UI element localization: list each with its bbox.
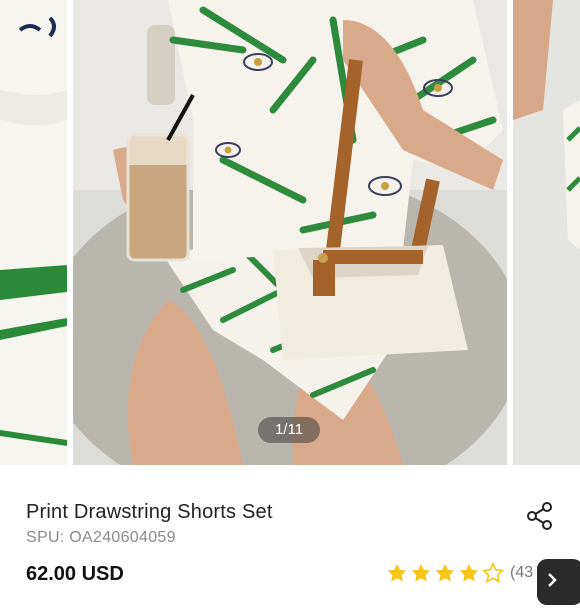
review-count[interactable]: (43	[510, 564, 533, 582]
star-icon	[411, 563, 431, 582]
image-counter-badge: 1/11	[258, 417, 320, 443]
star-icon	[459, 563, 479, 582]
product-price: 62.00 USD	[26, 563, 124, 585]
star-icon	[387, 563, 407, 582]
next-slide-image[interactable]	[513, 0, 580, 465]
product-main-image[interactable]	[73, 0, 507, 465]
product-spu: SPU: OA240604059	[26, 529, 176, 546]
product-title: Print Drawstring Shorts Set	[26, 501, 273, 523]
product-info-section: Print Drawstring Shorts Set SPU: OA24060…	[0, 465, 580, 585]
product-image-carousel[interactable]: 1/11	[0, 0, 580, 465]
rating-stars[interactable]: (43	[386, 561, 533, 585]
star-outline-icon	[482, 562, 504, 584]
previous-slide-image[interactable]	[0, 0, 67, 465]
chevron-right-icon	[548, 573, 557, 587]
share-button[interactable]	[526, 501, 554, 531]
star-icon	[435, 563, 455, 582]
share-icon	[527, 502, 552, 530]
floating-action-button[interactable]	[537, 559, 580, 605]
